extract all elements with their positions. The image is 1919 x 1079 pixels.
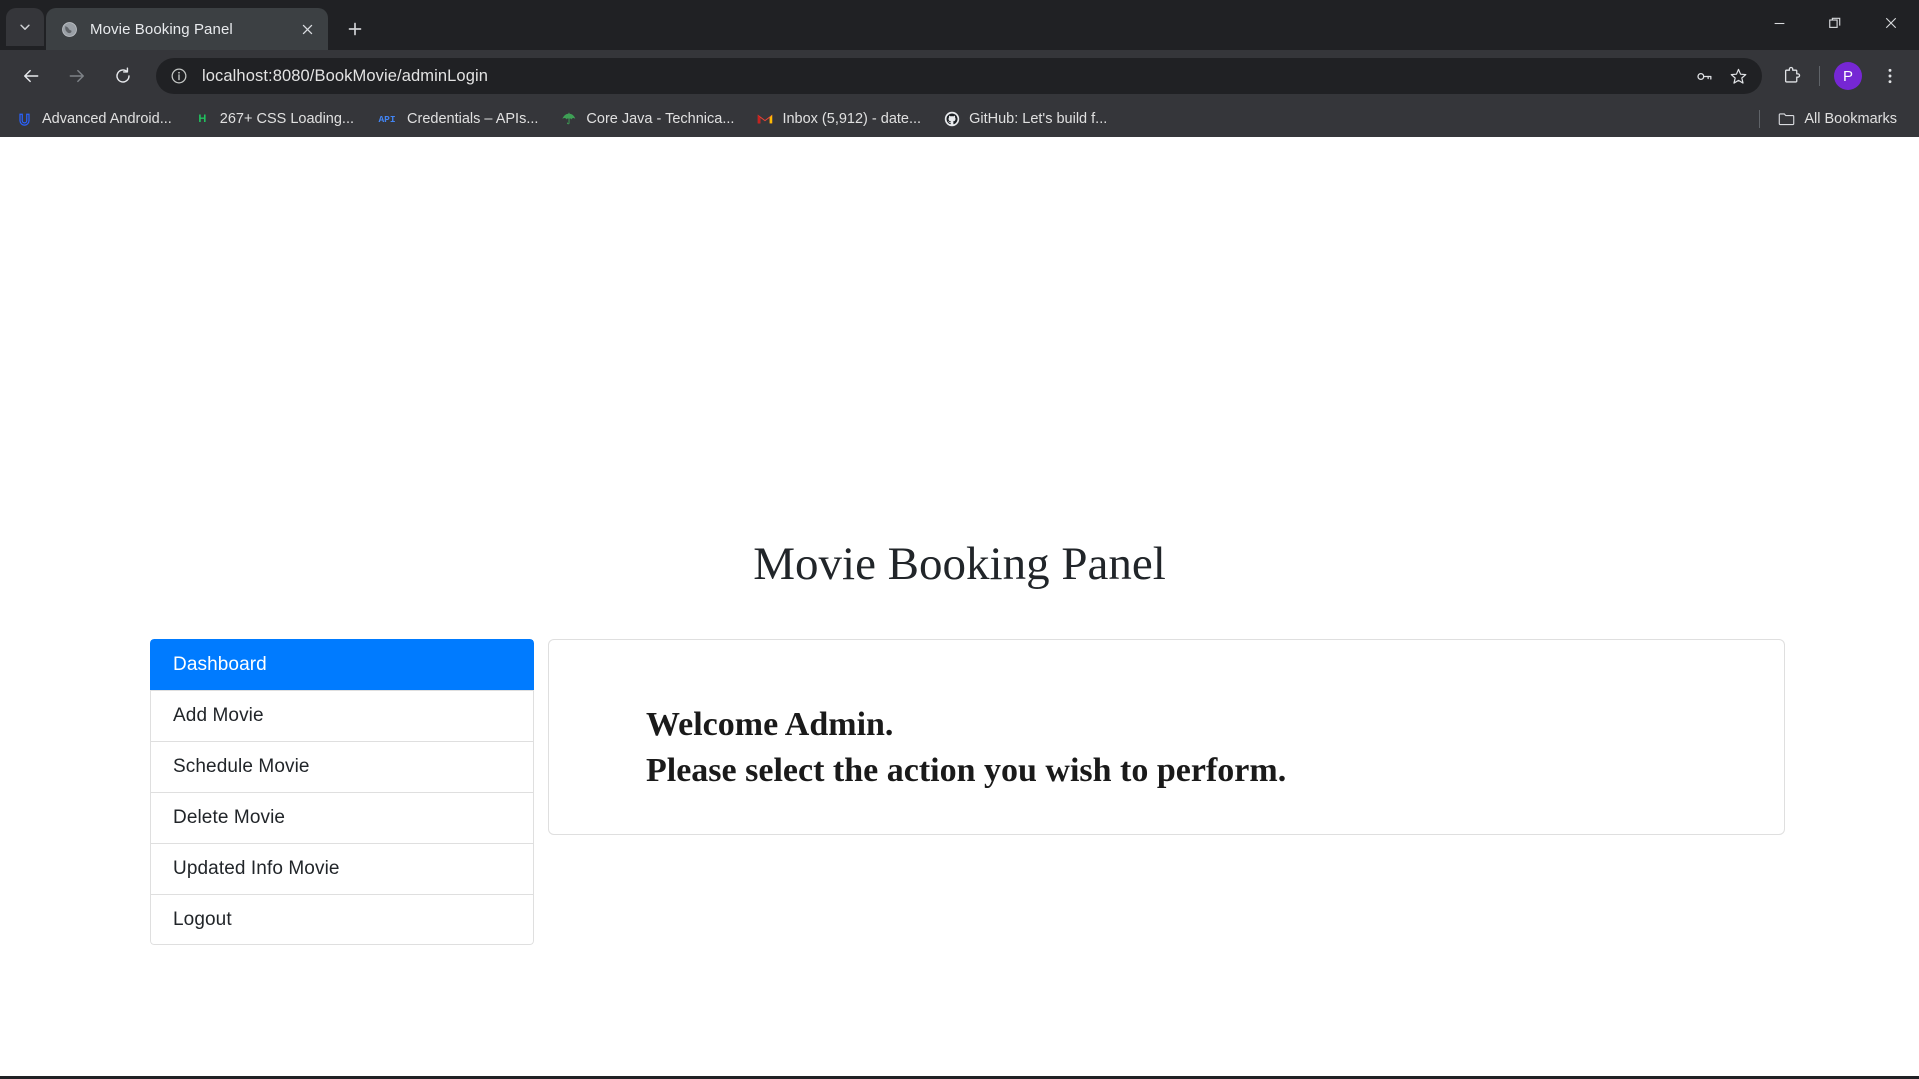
tab-close-button[interactable] bbox=[296, 18, 318, 40]
window-minimize-button[interactable] bbox=[1751, 0, 1807, 46]
bookmark-label: 267+ CSS Loading... bbox=[219, 111, 355, 127]
back-arrow-icon bbox=[24, 69, 39, 83]
folder-icon bbox=[1778, 111, 1795, 128]
close-icon bbox=[1885, 17, 1897, 29]
bookmark-item[interactable]: Inbox (5,912) - date... bbox=[748, 106, 929, 132]
sidebar-item-schedule-movie[interactable]: Schedule Movie bbox=[150, 741, 534, 792]
api-icon: API bbox=[378, 113, 396, 125]
minimize-icon bbox=[1774, 22, 1784, 24]
bookmark-label: Inbox (5,912) - date... bbox=[782, 111, 922, 127]
tab-strip: Movie Booking Panel bbox=[0, 0, 1919, 50]
bookmark-label: Advanced Android... bbox=[42, 111, 172, 127]
all-bookmarks-button[interactable]: All Bookmarks bbox=[1770, 106, 1905, 132]
plus-icon bbox=[348, 22, 362, 36]
address-bar-url: localhost:8080/BookMovie/adminLogin bbox=[202, 66, 489, 85]
tab-search-button[interactable] bbox=[6, 8, 44, 46]
password-manager-button[interactable] bbox=[1688, 60, 1720, 92]
sidebar-item-dashboard[interactable]: Dashboard bbox=[150, 639, 534, 690]
admin-panel-layout: Dashboard Add Movie Schedule Movie Delet… bbox=[150, 639, 1785, 945]
instruction-message: Please select the action you wish to per… bbox=[646, 751, 1287, 789]
bookmark-star-button[interactable] bbox=[1722, 60, 1754, 92]
gmail-icon bbox=[756, 111, 773, 128]
sidebar-item-label: Delete Movie bbox=[173, 807, 286, 828]
info-circle-icon[interactable] bbox=[164, 61, 194, 91]
sidebar-item-add-movie[interactable]: Add Movie bbox=[150, 690, 534, 741]
window-maximize-button[interactable] bbox=[1807, 0, 1863, 46]
browser-menu-button[interactable] bbox=[1872, 58, 1908, 94]
puzzle-piece-icon bbox=[1784, 66, 1800, 83]
browser-tab[interactable]: Movie Booking Panel bbox=[46, 8, 328, 50]
profile-button[interactable]: P bbox=[1830, 58, 1866, 94]
window-close-button[interactable] bbox=[1863, 0, 1919, 46]
bookmark-item[interactable]: API Credentials – APIs... bbox=[368, 106, 546, 132]
three-dot-menu-icon bbox=[1888, 68, 1892, 84]
bookmark-label: GitHub: Let's build f... bbox=[969, 111, 1108, 127]
restore-icon bbox=[1829, 17, 1841, 28]
page-title: Movie Booking Panel bbox=[753, 538, 1166, 590]
sidebar-item-label: Add Movie bbox=[173, 705, 264, 726]
sidebar-item-logout[interactable]: Logout bbox=[150, 894, 534, 945]
admin-sidebar-menu: Dashboard Add Movie Schedule Movie Delet… bbox=[150, 639, 534, 945]
sidebar-item-label: Updated Info Movie bbox=[173, 858, 340, 879]
toolbar-divider bbox=[1819, 66, 1820, 86]
window-controls bbox=[1751, 0, 1919, 46]
forward-arrow-icon bbox=[69, 69, 84, 83]
avatar: P bbox=[1834, 62, 1862, 90]
address-bar-actions bbox=[1688, 60, 1756, 92]
browser-window: Movie Booking Panel localhost:8080/BookM… bbox=[0, 0, 1919, 1079]
new-tab-button[interactable] bbox=[338, 12, 372, 46]
bookmarks-divider bbox=[1759, 110, 1761, 128]
back-button[interactable] bbox=[13, 58, 49, 94]
bookmark-item[interactable]: GitHub: Let's build f... bbox=[935, 106, 1115, 132]
hostinger-icon: H bbox=[198, 113, 207, 125]
forward-button[interactable] bbox=[59, 58, 95, 94]
sidebar-item-delete-movie[interactable]: Delete Movie bbox=[150, 792, 534, 843]
bookmark-label: Core Java - Technica... bbox=[586, 111, 735, 127]
page-viewport: Movie Booking Panel Dashboard Add Movie … bbox=[0, 137, 1919, 1079]
tab-title: Movie Booking Panel bbox=[90, 20, 233, 38]
welcome-message: Welcome Admin. bbox=[646, 706, 894, 743]
content-panel: Welcome Admin. Please select the action … bbox=[548, 639, 1785, 835]
browser-toolbar: localhost:8080/BookMovie/adminLogin P bbox=[0, 50, 1919, 102]
sidebar-item-label: Schedule Movie bbox=[173, 756, 310, 777]
star-icon bbox=[1730, 68, 1746, 84]
extensions-button[interactable] bbox=[1773, 58, 1809, 94]
sidebar-item-updated-info-movie[interactable]: Updated Info Movie bbox=[150, 843, 534, 894]
udacity-icon bbox=[16, 111, 33, 128]
github-icon bbox=[943, 111, 960, 128]
globe-icon bbox=[60, 20, 78, 38]
bookmark-item[interactable]: H 267+ CSS Loading... bbox=[186, 106, 362, 132]
bookmark-label: Credentials – APIs... bbox=[407, 111, 539, 127]
sidebar-item-label: Logout bbox=[173, 908, 232, 930]
reload-button[interactable] bbox=[105, 58, 141, 94]
chevron-down-icon bbox=[18, 20, 32, 34]
bookmark-item[interactable]: Advanced Android... bbox=[8, 106, 180, 132]
reload-icon bbox=[116, 67, 130, 83]
bookmarks-bar: Advanced Android... H 267+ CSS Loading..… bbox=[0, 102, 1919, 137]
address-bar[interactable]: localhost:8080/BookMovie/adminLogin bbox=[156, 58, 1762, 94]
all-bookmarks-label: All Bookmarks bbox=[1804, 111, 1897, 127]
key-icon bbox=[1696, 72, 1711, 80]
sidebar-item-label: Dashboard bbox=[173, 654, 267, 675]
bookmark-item[interactable]: ☂ Core Java - Technica... bbox=[552, 106, 742, 132]
umbrella-icon: ☂ bbox=[562, 111, 576, 128]
